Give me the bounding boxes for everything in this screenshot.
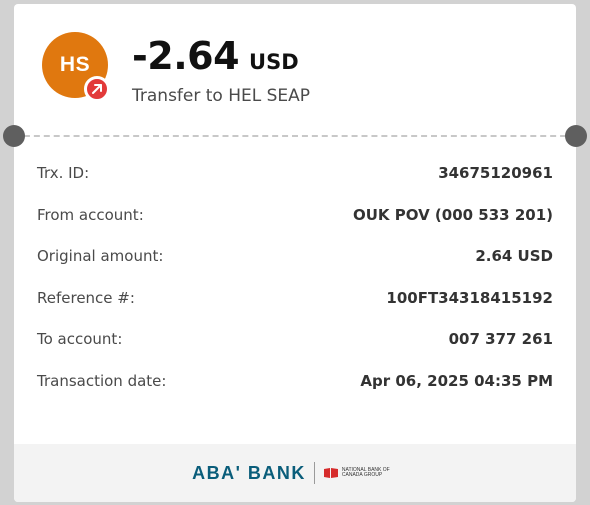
national-bank-flag-icon: [323, 467, 339, 479]
detail-value: OUK POV (000 533 201): [352, 205, 553, 224]
receipt-header: HS -2.64 USD Transfer to HEL SEAP: [14, 4, 576, 135]
detail-row: To account: 007 377 261: [37, 330, 553, 372]
detail-value: 007 377 261: [448, 330, 553, 349]
detail-value: Apr 06, 2025 04:35 PM: [360, 371, 553, 390]
transaction-details: Trx. ID: 34675120961 From account: OUK P…: [37, 164, 553, 414]
outgoing-arrow-icon: [84, 76, 110, 102]
detail-row: Original amount: 2.64 USD: [37, 247, 553, 289]
dashed-divider: [14, 135, 576, 137]
bank-logo-text: ABA' BANK: [192, 462, 306, 483]
detail-row: Transaction date: Apr 06, 2025 04:35 PM: [37, 372, 553, 414]
detail-row: From account: OUK POV (000 533 201): [37, 206, 553, 248]
partner-text: NATIONAL BANK OF CANADA GROUP: [341, 467, 390, 478]
receipt-footer: ABA' BANK NATIONAL BANK OF CANADA GROUP: [14, 444, 576, 502]
detail-label: From account:: [37, 205, 144, 224]
detail-row: Reference #: 100FT34318415192: [37, 289, 553, 331]
detail-label: Trx. ID:: [37, 164, 90, 182]
detail-value: 100FT34318415192: [386, 288, 553, 307]
detail-label: Reference #:: [37, 288, 135, 307]
detail-row: Trx. ID: 34675120961: [37, 164, 553, 206]
detail-label: Transaction date:: [37, 371, 167, 390]
transaction-amount: -2.64: [132, 34, 240, 78]
bank-logo: ABA' BANK NATIONAL BANK OF CANADA GROUP: [192, 462, 398, 484]
transaction-currency: USD: [249, 50, 299, 74]
detail-label: Original amount:: [37, 247, 164, 266]
amount-line: -2.64 USD: [132, 34, 299, 78]
detail-value: 2.64 USD: [475, 247, 553, 266]
avatar-initials: HS: [59, 53, 91, 76]
ticket-notch-left: [3, 125, 25, 147]
receipt-card: HS -2.64 USD Transfer to HEL SEAP Trx. I…: [14, 4, 576, 502]
logo-separator: [313, 462, 315, 484]
detail-label: To account:: [37, 330, 123, 349]
ticket-notch-right: [565, 125, 587, 147]
transaction-description: Transfer to HEL SEAP: [132, 86, 311, 106]
detail-value: 34675120961: [438, 164, 553, 182]
